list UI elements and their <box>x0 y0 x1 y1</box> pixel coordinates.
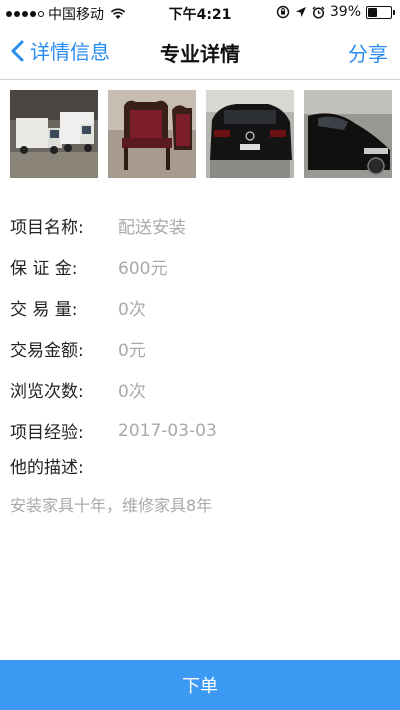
battery-percent: 39% <box>329 4 361 20</box>
photo-thumbnail-car-rear[interactable] <box>206 90 294 178</box>
detail-label: 项目名称: <box>10 218 84 238</box>
photo-thumbnail-chair[interactable] <box>108 90 196 178</box>
photo-gallery <box>10 90 392 178</box>
status-bar: 中国移动 下午4:21 39% <box>0 0 400 26</box>
back-button-label: 详情信息 <box>30 40 110 64</box>
truck-photo <box>10 90 98 178</box>
car-side-photo <box>304 90 392 178</box>
detail-value: 0元 <box>118 341 146 361</box>
detail-label: 浏览次数: <box>10 382 84 402</box>
detail-label: 交 易 量: <box>10 300 78 320</box>
alarm-clock-icon <box>312 6 325 19</box>
detail-list: 项目名称: 配送安装 保 证 金: 600元 交 易 量: 0次 交易金额: 0… <box>10 205 390 516</box>
detail-row-view-count: 浏览次数: 0次 <box>10 369 390 410</box>
battery-fill <box>368 7 378 17</box>
order-button[interactable]: 下单 <box>0 660 400 710</box>
chair-photo <box>108 90 196 178</box>
detail-label: 保 证 金: <box>10 259 78 279</box>
description-text: 安装家具十年，维修家具8年 <box>10 496 213 515</box>
detail-row-trade-count: 交 易 量: 0次 <box>10 287 390 328</box>
navigation-bar: 详情信息 专业详情 分享 <box>0 26 400 80</box>
detail-value: 配送安装 <box>118 218 186 238</box>
detail-row-deposit: 保 证 金: 600元 <box>10 246 390 287</box>
photo-thumbnail-car-side[interactable] <box>304 90 392 178</box>
rotation-lock-icon <box>276 5 290 19</box>
detail-value: 2017-03-03 <box>118 420 217 441</box>
detail-label: 项目经验: <box>10 423 84 443</box>
detail-row-trade-amount: 交易金额: 0元 <box>10 328 390 369</box>
description-label: 他的描述: <box>10 458 84 478</box>
detail-value: 0次 <box>118 382 146 402</box>
chevron-left-icon <box>11 40 24 61</box>
detail-row-project-name: 项目名称: 配送安装 <box>10 205 390 246</box>
photo-thumbnail-truck[interactable] <box>10 90 98 178</box>
battery-icon <box>366 5 395 19</box>
share-button[interactable]: 分享 <box>348 38 388 67</box>
detail-value: 0次 <box>118 300 146 320</box>
detail-label: 交易金额: <box>10 341 84 361</box>
status-right: 39% <box>276 4 395 20</box>
back-button[interactable]: 详情信息 <box>10 36 110 65</box>
detail-row-experience: 项目经验: 2017-03-03 <box>10 410 390 451</box>
location-arrow-icon <box>295 7 306 17</box>
detail-value: 600元 <box>118 259 168 279</box>
car-rear-photo <box>206 90 294 178</box>
